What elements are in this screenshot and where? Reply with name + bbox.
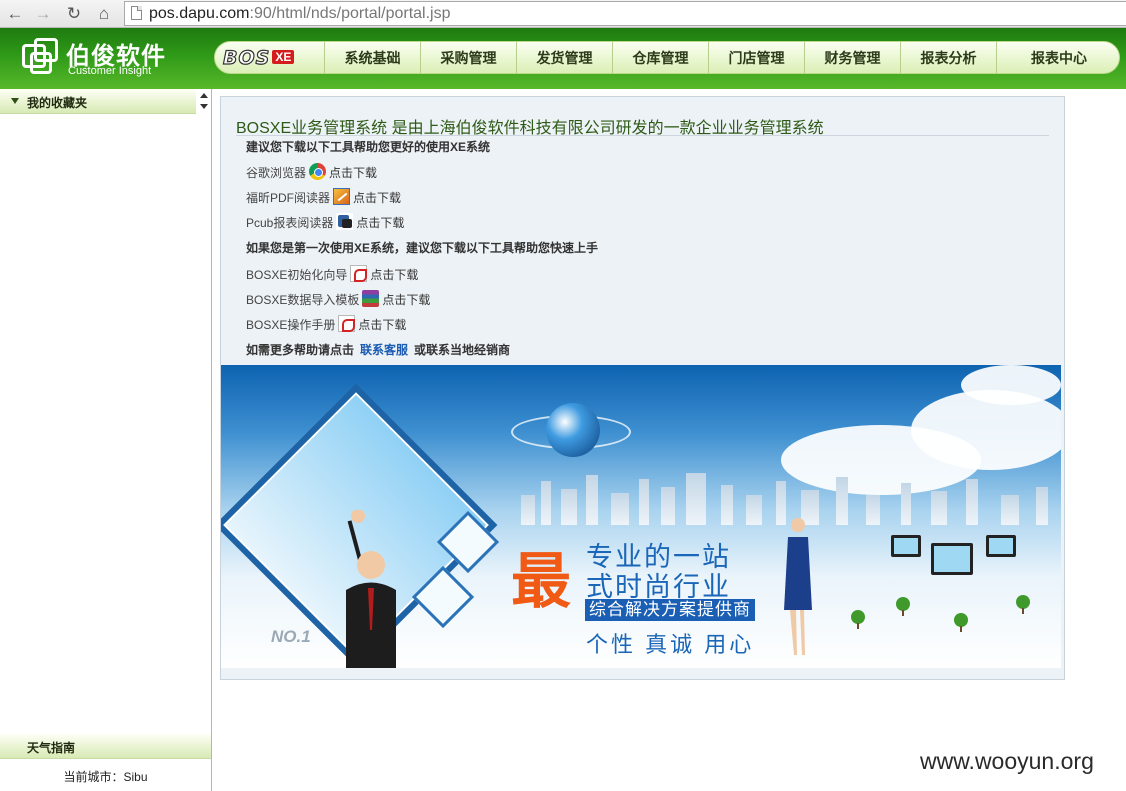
company-logo-icon	[22, 38, 60, 76]
chrome-icon[interactable]	[309, 163, 327, 180]
e-globe-icon	[546, 403, 600, 457]
guide-name: BOSXE初始化向导	[246, 268, 348, 282]
tool-name: Pcub报表阅读器	[246, 216, 334, 230]
menu-shipping[interactable]: 发货管理	[516, 42, 612, 73]
tool-row-foxit: 福昕PDF阅读器 点击下载	[246, 188, 401, 206]
guide-name: BOSXE操作手册	[246, 318, 336, 332]
banner-line-3: 综合解决方案提供商	[585, 599, 755, 621]
tool-row-chrome: 谷歌浏览器 点击下载	[246, 163, 377, 181]
scroll-down-icon[interactable]	[200, 104, 208, 109]
main-menu: BOS XE 系统基础 采购管理 发货管理 仓库管理 门店管理 财务管理 报表分析…	[214, 41, 1120, 74]
monitor-icon	[931, 543, 973, 575]
collapse-arrow-icon[interactable]	[11, 98, 19, 104]
address-text[interactable]: pos.dapu.com:90/html/nds/portal/portal.j…	[149, 5, 451, 23]
menu-report-analysis[interactable]: 报表分析	[900, 42, 996, 73]
address-bar[interactable]: pos.dapu.com:90/html/nds/portal/portal.j…	[124, 1, 1126, 26]
weather-header[interactable]: 天气指南	[0, 734, 211, 759]
menu-finance[interactable]: 财务管理	[804, 42, 900, 73]
download-link[interactable]: 点击下载	[382, 293, 430, 307]
page-icon	[131, 6, 142, 20]
menu-purchase[interactable]: 采购管理	[420, 42, 516, 73]
guide-row-manual: BOSXE操作手册 点击下载	[246, 315, 406, 333]
tool-row-pcub: Pcub报表阅读器 点击下载	[246, 213, 404, 231]
tool-name: 谷歌浏览器	[246, 166, 307, 180]
weather-label: 天气指南	[27, 741, 76, 755]
help-row: 如需更多帮助请点击 联系客服 或联系当地经销商	[246, 341, 510, 359]
download-link[interactable]: 点击下载	[353, 191, 401, 205]
favorites-label: 我的收藏夹	[27, 96, 88, 110]
no1-badge: NO.1	[271, 627, 311, 646]
help-suffix: 或联系当地经销商	[414, 343, 511, 357]
sidebar-scroll-buttons[interactable]	[196, 89, 211, 114]
pdf-icon[interactable]	[338, 315, 356, 332]
tree-icon	[896, 597, 910, 616]
businessman-figure	[346, 510, 396, 668]
tools-intro: 建议您下载以下工具帮助您更好的使用XE系统	[246, 140, 491, 154]
guide-row-init: BOSXE初始化向导 点击下载	[246, 265, 418, 283]
back-arrow-icon[interactable]: ←	[4, 3, 26, 25]
app-header: 伯俊软件 Customer Insight BOS XE 系统基础 采购管理 发货…	[0, 28, 1126, 89]
monitor-icon	[986, 535, 1016, 557]
reload-icon[interactable]: ↻	[63, 3, 85, 25]
current-city: 当前城市：Sibu	[63, 770, 148, 784]
download-link[interactable]: 点击下载	[356, 216, 404, 230]
home-icon[interactable]: ⌂	[93, 3, 115, 25]
tree-icon	[1016, 595, 1030, 614]
fashion-model-figure	[784, 518, 812, 655]
left-sidebar: 我的收藏夹 天气指南 当前城市：Sibu	[0, 89, 212, 791]
download-link[interactable]: 点击下载	[358, 318, 406, 332]
help-prefix: 如需更多帮助请点击	[246, 343, 355, 357]
download-link[interactable]: 点击下载	[329, 166, 377, 180]
title-divider	[236, 135, 1049, 136]
contact-support-link[interactable]: 联系客服	[360, 343, 408, 357]
favorites-header[interactable]: 我的收藏夹	[0, 89, 196, 114]
archive-icon[interactable]	[362, 290, 380, 307]
company-slogan: Customer Insight	[68, 65, 152, 77]
foxit-pdf-icon[interactable]	[333, 188, 351, 205]
browser-toolbar: ← → ↻ ⌂ pos.dapu.com:90/html/nds/portal/…	[0, 0, 1126, 28]
first-time-intro: 如果您是第一次使用XE系统，建议您下载以下工具帮助您快速上手	[246, 241, 599, 255]
tree-icon	[851, 610, 865, 629]
banner-line-4: 个性 真诚 用心	[586, 632, 755, 657]
menu-store[interactable]: 门店管理	[708, 42, 804, 73]
download-link[interactable]: 点击下载	[370, 268, 418, 282]
monitor-icon	[891, 535, 921, 557]
pcub-report-icon[interactable]	[336, 213, 354, 230]
guide-name: BOSXE数据导入模板	[246, 293, 360, 307]
menu-report-center[interactable]: 报表中心	[996, 42, 1119, 73]
menu-warehouse[interactable]: 仓库管理	[612, 42, 708, 73]
forward-arrow-icon[interactable]: →	[32, 3, 54, 25]
watermark: www.wooyun.org	[920, 748, 1094, 774]
banner-big-char: 最	[511, 547, 571, 617]
scroll-up-icon[interactable]	[200, 93, 208, 98]
tree-icon	[954, 613, 968, 632]
bosxe-logo: BOS XE	[222, 46, 295, 70]
guide-row-import: BOSXE数据导入模板 点击下载	[246, 290, 430, 308]
menu-system-base[interactable]: 系统基础	[324, 42, 420, 73]
tool-name: 福昕PDF阅读器	[246, 191, 331, 205]
cloud-shape	[961, 365, 1061, 405]
pdf-icon[interactable]	[350, 265, 368, 282]
promo-banner: 最 专业的一站 式时尚行业 综合解决方案提供商 个性 真诚 用心 NO.1	[221, 365, 1061, 668]
